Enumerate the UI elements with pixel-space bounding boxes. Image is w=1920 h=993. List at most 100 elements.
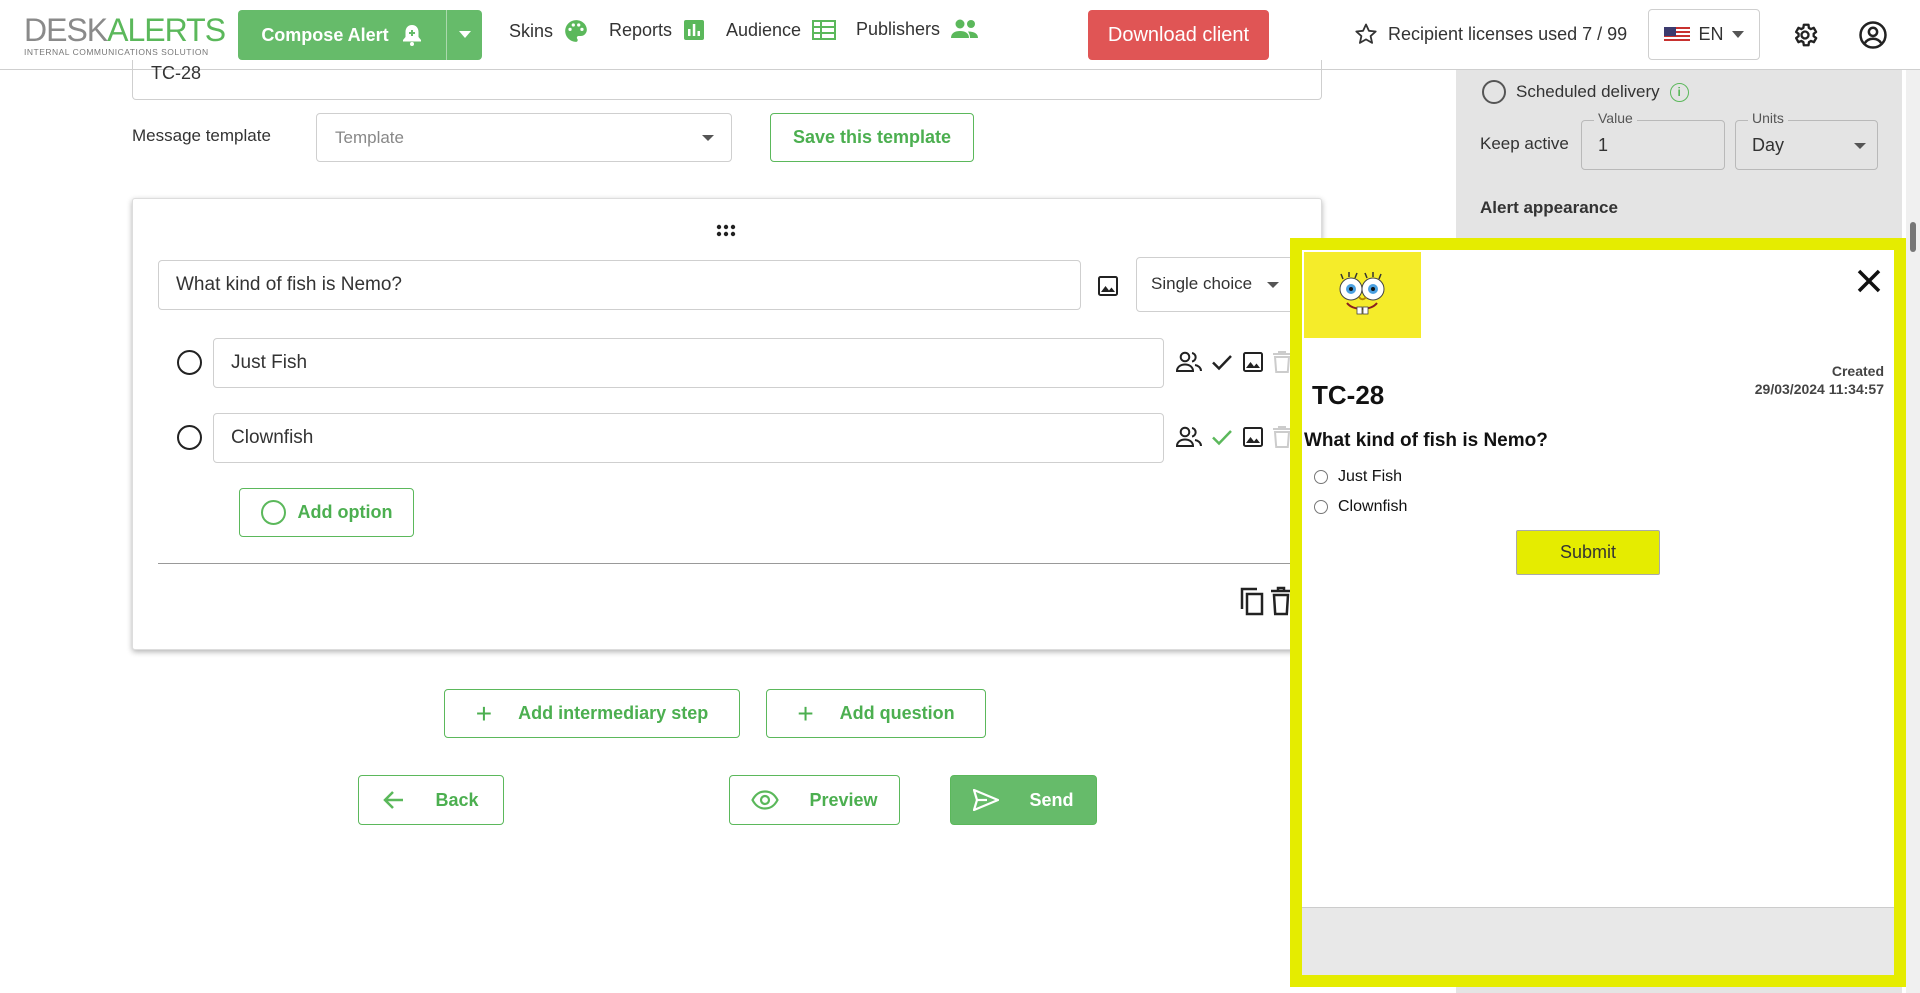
question-text-input[interactable]: What kind of fish is Nemo? [158,260,1081,310]
scheduled-delivery-label: Scheduled delivery [1516,82,1660,101]
image-icon [1098,276,1118,296]
compose-dropdown-toggle[interactable] [446,10,482,60]
arrow-left-icon [383,791,404,809]
logo-subtitle: INTERNAL COMMUNICATIONS SOLUTION [24,47,209,57]
delete-question-button[interactable] [1270,586,1292,621]
popup-option-radio[interactable] [1314,470,1328,484]
scrollbar-thumb[interactable] [1910,222,1916,252]
settings-button[interactable] [1788,18,1822,52]
trash-icon [1271,586,1291,616]
alert-title-input[interactable]: TC-28 [132,60,1322,100]
value-legend: Value [1594,110,1637,126]
card-divider [158,563,1296,564]
nav-skins-label: Skins [509,20,554,41]
option-text: Clownfish [231,427,314,448]
caret-down-icon [458,31,471,38]
message-template-select[interactable]: Template [316,113,732,162]
caret-down-icon [1854,143,1866,149]
units-legend: Units [1748,110,1788,126]
recipient-licenses: Recipient licenses used 7 / 99 [1354,22,1627,46]
bar-chart-icon [684,20,705,40]
plus-icon: + [475,697,493,729]
send-icon [973,789,1000,811]
close-icon [1857,269,1881,293]
audience-icon[interactable] [1175,350,1203,374]
drag-handle-icon[interactable] [716,224,736,243]
popup-option-label: Clownfish [1338,498,1408,515]
question-type-select[interactable]: Single choice [1136,257,1296,312]
eye-icon [751,790,780,810]
star-outline-icon [1355,23,1377,44]
created-label: Created [1831,363,1884,379]
option-input[interactable]: Clownfish [213,413,1164,463]
question-image-button[interactable] [1096,274,1120,303]
compose-alert-button[interactable]: Compose Alert [238,10,446,60]
skin-logo [1304,252,1421,338]
compose-alert-button-group: Compose Alert [238,10,482,60]
add-intermediary-step-button[interactable]: + Add intermediary step [444,689,740,738]
logo-desk: DESK [24,12,108,48]
correct-answer-check-icon[interactable] [1209,350,1235,374]
download-client-button[interactable]: Download client [1088,10,1269,60]
scheduled-delivery-option[interactable]: Scheduled delivery i [1482,80,1689,104]
alert-preview-popup: TC-28 Created 29/03/2024 11:34:57 What k… [1290,238,1906,987]
add-step-label: Add intermediary step [518,703,709,723]
popup-submit-button[interactable]: Submit [1516,530,1660,575]
image-icon[interactable] [1241,425,1265,449]
keep-active-value-field[interactable]: Value 1 [1581,110,1725,170]
cartoon-face-icon [1339,272,1384,315]
duplicate-question-button[interactable] [1237,586,1265,621]
send-button[interactable]: Send [950,775,1097,825]
add-option-button[interactable]: Add option [239,488,414,537]
people-icon [951,19,979,38]
page-scrollbar[interactable] [1906,70,1920,993]
correct-answer-check-icon[interactable] [1209,425,1235,449]
keep-active-value: 1 [1598,135,1609,155]
option-radio[interactable] [177,425,202,450]
nav-publishers[interactable]: Publishers [856,18,980,40]
add-question-label: Add question [839,703,955,723]
save-template-button[interactable]: Save this template [770,113,974,162]
licenses-text: Recipient licenses used 7 / 99 [1388,23,1628,44]
nav-skins[interactable]: Skins [509,18,589,44]
popup-title: TC-28 [1312,380,1385,410]
language-selector[interactable]: EN [1648,9,1760,60]
logo-alerts: ALERTS [107,12,226,48]
caret-down-icon [1267,282,1279,288]
scheduled-delivery-radio[interactable] [1482,80,1506,104]
template-placeholder: Template [335,128,404,147]
alert-title-value: TC-28 [151,63,202,83]
user-circle-icon [1859,21,1887,49]
nav-publishers-label: Publishers [856,18,941,39]
palette-icon [565,20,587,42]
logo[interactable]: DESKALERTS INTERNAL COMMUNICATIONS SOLUT… [24,12,226,57]
add-question-button[interactable]: + Add question [766,689,986,738]
close-popup-button[interactable] [1856,268,1882,299]
account-button[interactable] [1856,18,1890,52]
radio-outline-icon [260,500,286,525]
preview-label: Preview [809,789,878,810]
popup-option[interactable]: Just Fish [1314,468,1402,486]
info-icon[interactable]: i [1669,82,1689,102]
option-radio[interactable] [177,350,202,375]
image-icon[interactable] [1241,350,1265,374]
nav-reports-label: Reports [609,19,673,40]
popup-created-info: Created 29/03/2024 11:34:57 [1755,362,1884,398]
gear-icon [1794,23,1818,47]
nav-audience[interactable]: Audience [726,18,837,42]
popup-option-radio[interactable] [1314,500,1328,514]
preview-button[interactable]: Preview [729,775,900,825]
audience-icon[interactable] [1175,425,1203,449]
copy-icon [1240,587,1264,616]
save-template-label: Save this template [792,127,952,147]
plus-icon: + [797,697,814,729]
message-template-label: Message template [132,126,271,145]
back-label: Back [435,789,479,810]
add-option-label: Add option [297,502,393,522]
created-date: 29/03/2024 11:34:57 [1754,381,1884,397]
popup-option[interactable]: Clownfish [1314,498,1407,516]
nav-reports[interactable]: Reports [609,18,706,42]
back-button[interactable]: Back [358,775,504,825]
option-input[interactable]: Just Fish [213,338,1164,388]
keep-active-units-select[interactable]: Units Day [1735,110,1878,170]
